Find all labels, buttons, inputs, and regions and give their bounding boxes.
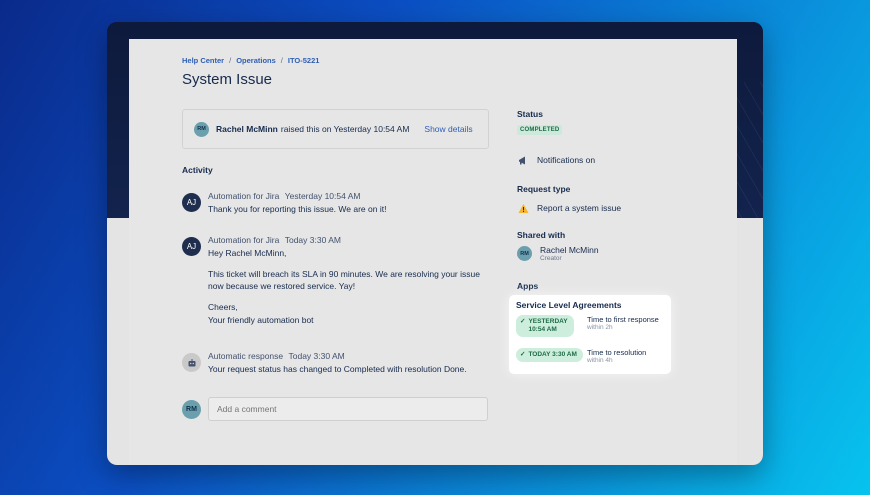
request-type-value: Report a system issue [537, 203, 622, 213]
entry-text: Your friendly automation bot [208, 314, 314, 325]
notifications-label: Notifications on [537, 155, 596, 165]
entry-author: Automatic response [208, 351, 284, 361]
request-type: Report a system issue [517, 202, 621, 214]
sla-within: within 4h [587, 357, 613, 364]
entry-meta: Automation for Jira Yesterday 10:54 AM [208, 190, 498, 203]
breadcrumb: Help Center / Operations / ITO-5221 [182, 56, 319, 65]
request-type-label: Request type [517, 184, 571, 194]
status-badge: COMPLETED [517, 125, 563, 135]
app-window: Help Center / Operations / ITO-5221 Syst… [107, 22, 763, 465]
sla-badge-line: TODAY 3:30 AM [528, 351, 577, 358]
avatar: RM [517, 246, 532, 261]
avatar: AJ [182, 237, 201, 256]
sla-item: ✓ TODAY 3:30 AM [516, 348, 583, 363]
breadcrumb-separator: / [280, 56, 283, 65]
sla-card: Service Level Agreements ✓ YESTERDAY 10:… [509, 295, 671, 374]
request-page: Help Center / Operations / ITO-5221 Syst… [129, 39, 737, 465]
entry-meta: Automation for Jira Today 3:30 AM [208, 234, 498, 247]
page-title: System Issue [182, 71, 273, 88]
sla-name: Time to first response [587, 315, 659, 324]
notifications-toggle[interactable]: Notifications on [517, 154, 595, 166]
avatar: AJ [182, 193, 201, 212]
megaphone-icon [517, 154, 529, 166]
breadcrumb-help-center[interactable]: Help Center [182, 56, 224, 65]
sla-name: Time to resolution [587, 348, 647, 357]
entry-time: Yesterday 10:54 AM [284, 191, 361, 201]
comment-input[interactable] [208, 397, 488, 421]
sla-item: ✓ YESTERDAY 10:54 AM [516, 315, 574, 338]
robot-icon [182, 353, 201, 372]
status-label: Status [517, 109, 543, 119]
hex-pattern-decoration [733, 82, 763, 232]
comment-row: RM [182, 397, 488, 421]
entry-text: Hey Rachel McMinn, [208, 247, 287, 258]
warning-icon [517, 202, 529, 214]
avatar: RM [182, 399, 201, 419]
reporter-name: Rachel McMinn [216, 124, 278, 134]
sla-within: within 2h [587, 324, 613, 331]
entry-meta: Automatic response Today 3:30 AM [208, 350, 498, 363]
sla-description: Time to resolution within 4h [587, 348, 667, 365]
avatar: RM [194, 121, 209, 137]
entry-text: Cheers, [208, 302, 238, 312]
entry-author: Automation for Jira [208, 191, 280, 201]
breadcrumb-operations[interactable]: Operations [236, 56, 276, 65]
entry-author: Automation for Jira [208, 235, 280, 245]
sla-badge-line: 10:54 AM [528, 326, 557, 334]
sla-badge-line: YESTERDAY [528, 318, 568, 325]
raised-by-panel: RM Rachel McMinn raised this on Yesterda… [182, 109, 489, 149]
shared-role: Creator [540, 255, 562, 262]
shared-name: Rachel McMinn [540, 245, 599, 255]
sla-title: Service Level Agreements [516, 300, 622, 310]
sla-badge: ✓ YESTERDAY 10:54 AM [516, 315, 574, 338]
check-icon: ✓ [520, 351, 526, 358]
shared-with-user: RM Rachel McMinn Creator [517, 245, 599, 262]
show-details-link[interactable]: Show details [424, 124, 472, 134]
entry-text: Your request status has changed to Compl… [208, 363, 467, 374]
check-icon: ✓ [520, 318, 526, 325]
apps-label: Apps [517, 281, 539, 291]
sla-badge: ✓ TODAY 3:30 AM [516, 348, 583, 363]
breadcrumb-separator: / [229, 56, 232, 65]
entry-text: This ticket will breach its SLA in 90 mi… [208, 268, 480, 292]
sla-description: Time to first response within 2h [587, 315, 667, 332]
raised-text: raised this on Yesterday 10:54 AM [280, 124, 410, 134]
breadcrumb-ticket[interactable]: ITO-5221 [288, 56, 320, 65]
entry-text: Thank you for reporting this issue. We a… [208, 203, 387, 214]
entry-time: Today 3:30 AM [284, 235, 341, 245]
shared-with-label: Shared with [517, 230, 566, 240]
activity-heading: Activity [182, 165, 213, 175]
entry-time: Today 3:30 AM [288, 351, 345, 361]
